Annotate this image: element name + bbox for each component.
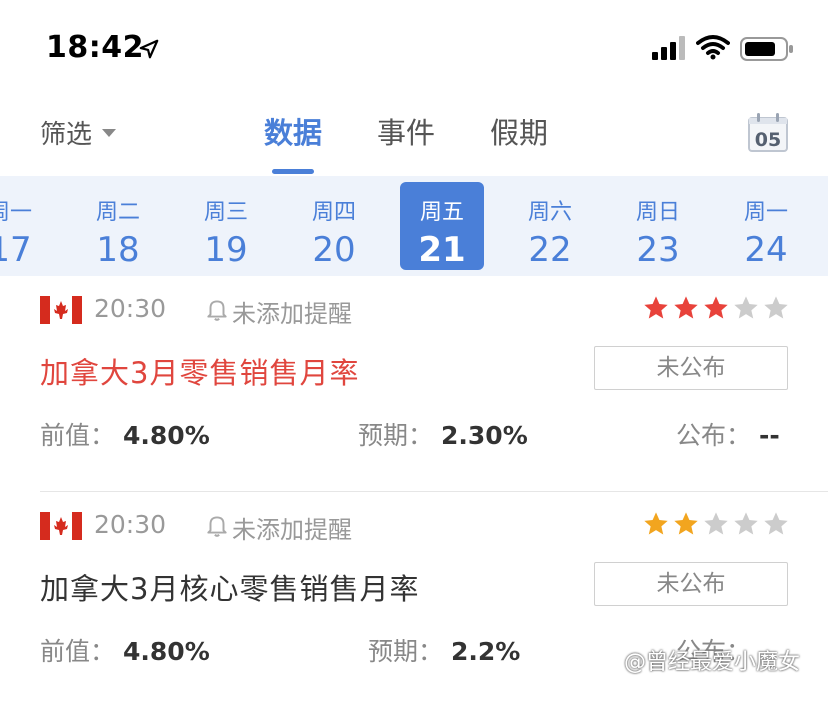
- previous-label: 前值：: [40, 637, 116, 666]
- day-of-week: 周六: [527, 200, 572, 225]
- forecast-number: 2.2%: [451, 637, 521, 666]
- importance-rating: [642, 510, 792, 538]
- canada-flag-icon: [40, 512, 82, 540]
- weibo-logo-icon: [602, 654, 616, 667]
- actual-number: --: [759, 421, 780, 450]
- day-of-week: 周五: [419, 200, 464, 225]
- publish-status-badge: 未公布: [594, 562, 788, 606]
- day-item[interactable]: 周三 19: [184, 182, 268, 270]
- previous-value: 前值： 4.80%: [40, 416, 210, 452]
- star-icon: [674, 296, 698, 319]
- cellular-signal-icon: [652, 36, 685, 60]
- watermark: @曾经最爱小魔女: [598, 644, 800, 676]
- calendar-icon[interactable]: 05: [746, 110, 790, 154]
- chevron-down-icon: [102, 128, 117, 137]
- wifi-icon: [696, 35, 730, 60]
- event-time: 20:30: [94, 294, 167, 323]
- bell-icon[interactable]: [204, 296, 230, 322]
- filter-label: 筛选: [40, 120, 93, 150]
- star-icon: [734, 512, 758, 535]
- tab-data[interactable]: 数据: [264, 110, 322, 174]
- day-number: 20: [312, 230, 356, 270]
- day-of-week: 周三: [203, 200, 248, 225]
- publish-status-badge: 未公布: [594, 346, 788, 390]
- actual-value: 公布： --: [676, 416, 780, 452]
- tab-events[interactable]: 事件: [377, 110, 435, 174]
- previous-value: 前值： 4.80%: [40, 632, 210, 668]
- forecast-value: 预期： 2.2%: [368, 632, 520, 668]
- star-icon: [644, 296, 668, 319]
- day-number: 21: [418, 230, 466, 270]
- category-tabs: 数据 事件 假期: [264, 110, 548, 174]
- day-number: 24: [744, 230, 788, 270]
- day-item[interactable]: 周日 23: [616, 182, 700, 270]
- event-time: 20:30: [94, 510, 167, 539]
- day-item[interactable]: 周一 17: [0, 182, 52, 270]
- star-icon: [734, 296, 758, 319]
- tab-holidays[interactable]: 假期: [490, 110, 548, 174]
- star-icon: [704, 512, 728, 535]
- watermark-text: @曾经最爱小魔女: [624, 650, 801, 675]
- canada-flag-icon: [40, 296, 82, 324]
- day-of-week: 周四: [311, 200, 356, 225]
- bell-icon[interactable]: [204, 512, 230, 538]
- day-number: 18: [96, 230, 140, 270]
- day-of-week: 周二: [95, 200, 140, 225]
- forecast-label: 预期：: [368, 637, 444, 666]
- forecast-value: 预期： 2.30%: [358, 416, 528, 452]
- day-item[interactable]: 周四 20: [292, 182, 376, 270]
- day-number: 19: [204, 230, 248, 270]
- day-item[interactable]: 周二 18: [76, 182, 160, 270]
- week-selector: 周一 17 周二 18 周三 19 周四 20 周五 21 周六 22 周日 2…: [0, 176, 828, 276]
- event-title: 加拿大3月零售销售月率: [40, 356, 360, 390]
- day-of-week: 周一: [0, 200, 32, 225]
- day-number: 23: [636, 230, 680, 270]
- status-time: 18:42: [46, 30, 144, 65]
- day-item[interactable]: 周一 24: [724, 182, 808, 270]
- app-screen: 18:42 筛选 数据 事件 假期 05 一 7 周二 18 周三 19 周四 …: [0, 0, 828, 702]
- calendar-day-number: 05: [755, 129, 781, 151]
- day-number: 17: [0, 230, 32, 270]
- star-icon: [764, 512, 788, 535]
- battery-icon: [740, 37, 793, 61]
- status-bar: 18:42: [0, 0, 828, 96]
- actual-label: 公布：: [676, 421, 752, 450]
- day-number: 22: [528, 230, 572, 270]
- previous-number: 4.80%: [123, 637, 210, 666]
- day-item-selected[interactable]: 周五 21: [400, 182, 484, 270]
- star-icon: [674, 512, 698, 535]
- star-icon: [704, 296, 728, 319]
- event-card[interactable]: 20:30 未添加提醒 加拿大3月零售销售月率 未公布 前值： 4.80% 预期：…: [0, 276, 828, 492]
- top-nav: 筛选 数据 事件 假期 05: [0, 96, 828, 176]
- star-icon: [764, 296, 788, 319]
- reminder-status[interactable]: 未添加提醒: [232, 294, 352, 329]
- previous-label: 前值：: [40, 421, 116, 450]
- day-of-week: 周一: [743, 200, 788, 225]
- star-icon: [644, 512, 668, 535]
- importance-rating: [642, 294, 792, 322]
- forecast-label: 预期：: [358, 421, 434, 450]
- day-item[interactable]: 周六 22: [508, 182, 592, 270]
- event-title: 加拿大3月核心零售销售月率: [40, 572, 420, 606]
- filter-dropdown[interactable]: 筛选: [40, 114, 117, 151]
- previous-number: 4.80%: [123, 421, 210, 450]
- forecast-number: 2.30%: [441, 421, 528, 450]
- reminder-status[interactable]: 未添加提醒: [232, 510, 352, 545]
- day-of-week: 周日: [635, 200, 680, 225]
- location-arrow-icon: [139, 39, 159, 59]
